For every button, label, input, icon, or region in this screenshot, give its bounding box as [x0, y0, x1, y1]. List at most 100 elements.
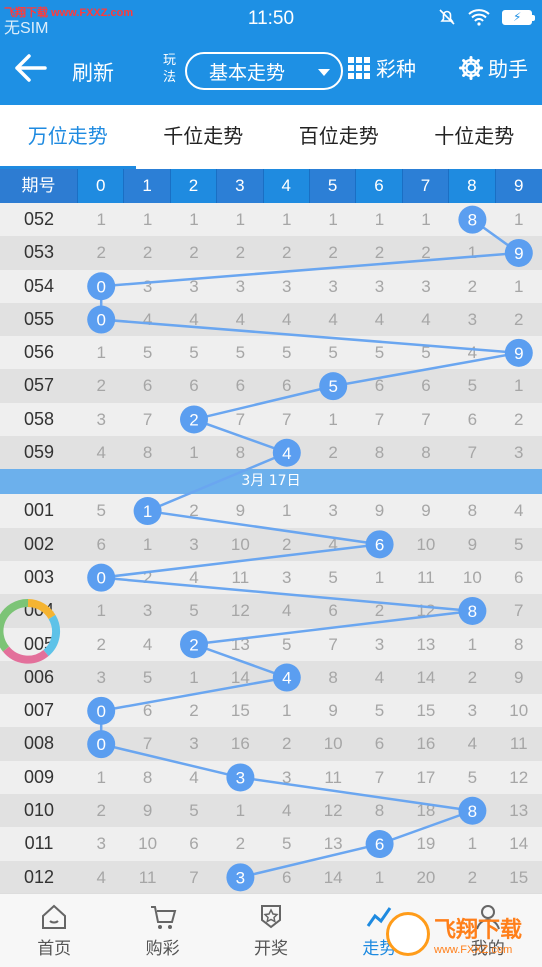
omission-cell: 15 — [230, 701, 250, 721]
omission-cell: 6 — [421, 376, 431, 396]
omission-cell: 10 — [416, 534, 436, 554]
omission-cell: 16 — [416, 734, 436, 754]
omission-cell: 1 — [189, 210, 199, 229]
omission-cell: 7 — [142, 734, 153, 754]
header-digit-5: 5 — [309, 169, 357, 203]
omission-cell: 4 — [328, 534, 338, 554]
floating-ball-widget[interactable] — [0, 597, 62, 665]
omission-cell: 1 — [189, 667, 199, 687]
table-row: 059 4 8 1 8 4 2 8 8 7 3 — [0, 436, 542, 470]
omission-cell: 4 — [189, 567, 199, 587]
omission-cell: 5 — [235, 343, 246, 363]
omission-cell: 6 — [96, 534, 106, 554]
helper-button[interactable]: 助手 — [458, 53, 528, 82]
issue-number: 007 — [23, 700, 55, 721]
watermark-title: 飞翔下载 — [434, 917, 523, 942]
tab-hundreds[interactable]: 百位走势 — [271, 105, 407, 169]
lottery-type-label: 彩种 — [376, 57, 416, 81]
omission-cell: 5 — [513, 534, 524, 554]
omission-cell: 3 — [467, 701, 478, 721]
omission-cell: 9 — [235, 501, 246, 521]
omission-cell: 0 — [96, 276, 106, 296]
omission-cell: 0 — [96, 309, 106, 329]
omission-cell: 12 — [509, 767, 529, 787]
watermark-logo-icon — [386, 912, 430, 956]
omission-cell: 5 — [282, 343, 292, 363]
omission-cell: 8 — [374, 801, 385, 821]
tab-thousands[interactable]: 千位走势 — [136, 105, 272, 169]
issue-number: 002 — [23, 533, 55, 554]
omission-cell: 8 — [467, 501, 478, 521]
omission-cell: 3 — [142, 601, 153, 621]
omission-cell: 5 — [96, 501, 106, 521]
table-row: 006 3 5 1 14 4 8 4 14 2 9 — [0, 660, 542, 695]
nav-draw[interactable]: 开奖 — [217, 894, 325, 967]
omission-cell: 15 — [509, 867, 529, 887]
omission-cell: 9 — [142, 801, 153, 821]
omission-cell: 3 — [235, 867, 246, 887]
omission-cell: 11 — [138, 867, 157, 887]
omission-cell: 13 — [230, 634, 250, 654]
omission-cell: 9 — [467, 534, 478, 554]
omission-cell: 3 — [282, 767, 292, 787]
omission-cell: 2 — [96, 801, 106, 821]
omission-cell: 11 — [509, 734, 528, 754]
table-row: 011 3 10 6 2 5 13 6 19 1 14 — [0, 827, 542, 861]
omission-cell: 1 — [513, 210, 524, 229]
omission-cell: 2 — [189, 409, 199, 429]
omission-cell: 9 — [421, 501, 431, 521]
back-button[interactable] — [10, 48, 50, 88]
table-row: 052 1 1 1 1 1 1 1 1 8 1 — [0, 203, 542, 237]
omission-cell: 9 — [374, 501, 385, 521]
omission-cell: 1 — [282, 210, 292, 229]
issue-number: 009 — [23, 766, 55, 787]
tab-ten-thousands[interactable]: 万位走势 — [0, 105, 136, 169]
omission-cell: 2 — [142, 567, 153, 587]
omission-cell: 1 — [374, 567, 385, 587]
date-divider: 3月 17日 — [0, 469, 542, 495]
omission-cell: 5 — [374, 701, 385, 721]
omission-cell: 1 — [328, 409, 338, 429]
omission-cell: 4 — [328, 309, 338, 329]
issue-number: 055 — [23, 308, 55, 329]
omission-cell: 5 — [189, 343, 199, 363]
omission-cell: 1 — [467, 834, 478, 854]
omission-cell: 4 — [282, 667, 292, 687]
omission-cell: 1 — [96, 210, 106, 229]
omission-cell: 15 — [416, 701, 436, 721]
issue-number: 057 — [23, 375, 55, 396]
nav-home[interactable]: 首页 — [0, 894, 108, 967]
nav-buy[interactable]: 购彩 — [108, 894, 216, 967]
omission-cell: 4 — [282, 601, 292, 621]
omission-cell: 12 — [230, 601, 250, 621]
issue-number: 012 — [23, 866, 55, 887]
omission-cell: 1 — [235, 210, 246, 229]
omission-cell: 2 — [189, 701, 199, 721]
tab-tens[interactable]: 十位走势 — [407, 105, 542, 169]
play-type-select[interactable]: 基本走势 — [185, 52, 343, 90]
omission-cell: 6 — [328, 601, 338, 621]
nav-buy-label: 购彩 — [145, 939, 180, 959]
omission-cell: 4 — [96, 443, 106, 463]
refresh-button[interactable]: 刷新 — [72, 57, 114, 87]
table-row: 009 1 8 4 3 3 11 7 17 5 12 — [0, 760, 542, 795]
top-bar: 飞翔下载 www.FXXZ.com 无SIM 11:50 ⚡ 刷新 玩法 基本走… — [0, 0, 542, 105]
omission-cell: 11 — [324, 767, 342, 787]
omission-cell: 17 — [416, 767, 436, 787]
omission-cell: 2 — [282, 243, 292, 263]
header-digit-1: 1 — [124, 169, 171, 203]
header-digit-2: 2 — [171, 169, 218, 203]
omission-cell: 5 — [421, 343, 431, 363]
omission-cell: 8 — [513, 634, 524, 654]
omission-cell: 2 — [513, 309, 524, 329]
omission-cell: 3 — [235, 276, 246, 296]
omission-cell: 5 — [189, 601, 199, 621]
issue-number: 010 — [23, 800, 55, 821]
gear-icon — [459, 55, 483, 80]
omission-cell: 1 — [142, 210, 153, 229]
omission-cell: 9 — [513, 343, 524, 363]
lottery-type-button[interactable]: 彩种 — [348, 53, 416, 82]
omission-cell: 8 — [142, 443, 153, 463]
omission-cell: 6 — [513, 567, 524, 587]
omission-cell: 7 — [513, 601, 524, 621]
